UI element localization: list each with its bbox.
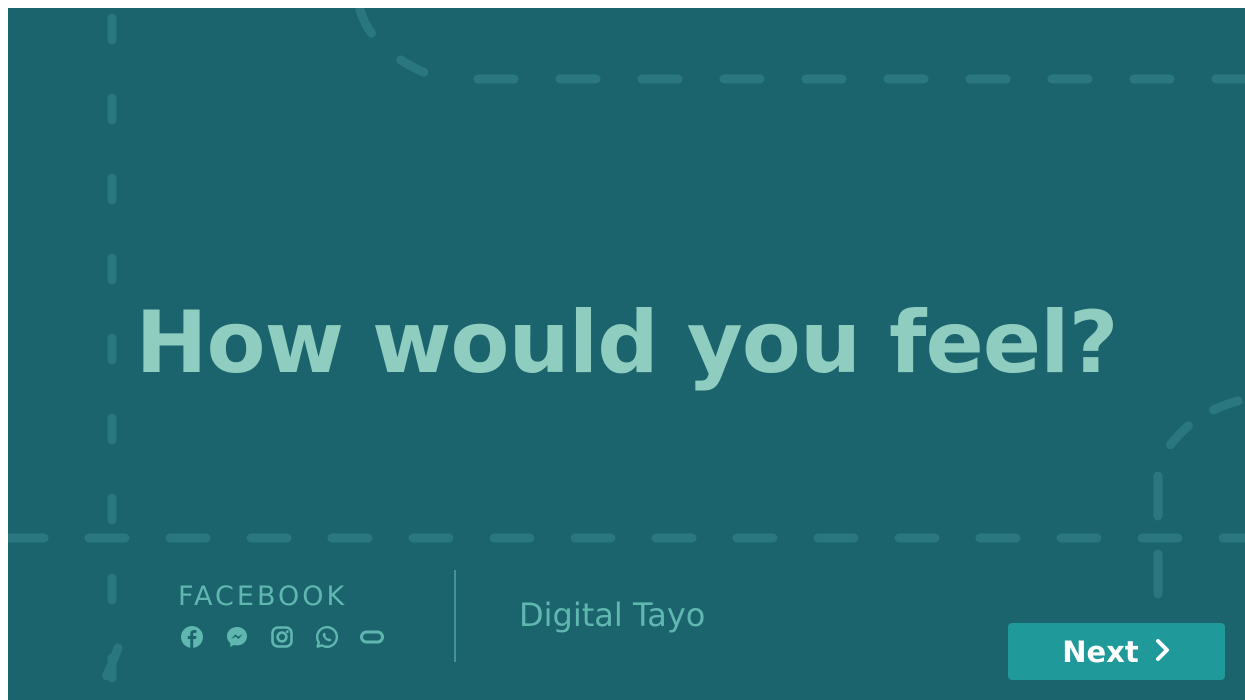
- whatsapp-icon: [314, 624, 340, 650]
- slide: How would you feel? FACEBOOK Digital Tay…: [8, 8, 1245, 700]
- headline: How would you feel?: [135, 293, 1119, 393]
- program-title: Digital Tayo: [519, 596, 706, 634]
- messenger-icon: [224, 624, 250, 650]
- chevron-right-icon: [1153, 638, 1171, 666]
- footer-divider: [454, 570, 456, 662]
- app-family-icons: [179, 624, 385, 650]
- next-button-label: Next: [1062, 634, 1139, 669]
- facebook-icon: [179, 624, 205, 650]
- facebook-wordmark: FACEBOOK: [178, 581, 348, 612]
- next-button[interactable]: Next: [1008, 623, 1225, 680]
- instagram-icon: [269, 624, 295, 650]
- oculus-icon: [359, 624, 385, 650]
